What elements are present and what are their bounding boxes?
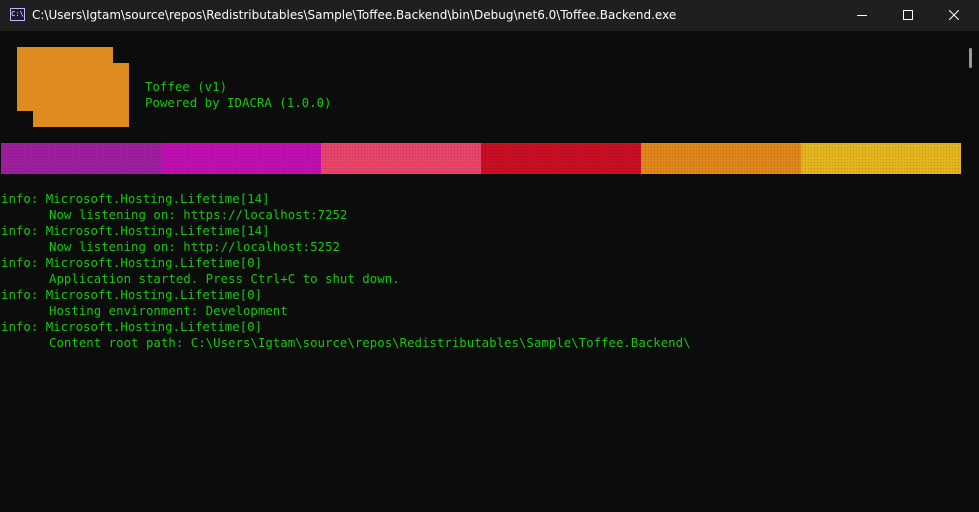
vertical-scrollbar[interactable] [964, 31, 979, 512]
console-window: C:\ C:\Users\Igtam\source\repos\Redistri… [0, 0, 979, 512]
log-category-line: info: Microsoft.Hosting.Lifetime[14] [1, 191, 270, 206]
scrollbar-thumb[interactable] [969, 48, 972, 68]
log-message-line: Now listening on: https://localhost:7252 [49, 207, 348, 222]
log-output: info: Microsoft.Hosting.Lifetime[14] Now … [1, 191, 691, 351]
color-swatch [161, 143, 321, 174]
close-button[interactable] [931, 0, 977, 31]
log-message-line: Application started. Press Ctrl+C to shu… [49, 271, 400, 286]
window-title: C:\Users\Igtam\source\repos\Redistributa… [32, 8, 677, 22]
log-message-line: Now listening on: http://localhost:5252 [49, 239, 340, 254]
logo-block-front [33, 63, 129, 127]
color-swatch [801, 143, 961, 174]
banner-app-name: Toffee (v1) [145, 79, 228, 94]
close-icon [949, 10, 959, 20]
banner-powered-by: Powered by IDACRA (1.0.0) [145, 95, 332, 110]
color-swatch [1, 143, 161, 174]
log-message-line: Content root path: C:\Users\Igtam\source… [49, 335, 691, 350]
color-swatch [321, 143, 481, 174]
log-message-line: Hosting environment: Development [49, 303, 288, 318]
maximize-button[interactable] [885, 0, 931, 31]
title-bar[interactable]: C:\ C:\Users\Igtam\source\repos\Redistri… [0, 0, 979, 31]
log-category-line: info: Microsoft.Hosting.Lifetime[14] [1, 223, 270, 238]
maximize-icon [903, 10, 913, 20]
minimize-icon [857, 15, 867, 16]
log-category-line: info: Microsoft.Hosting.Lifetime[0] [1, 255, 263, 270]
color-swatch [641, 143, 801, 174]
log-category-line: info: Microsoft.Hosting.Lifetime[0] [1, 319, 263, 334]
color-swatch [481, 143, 641, 174]
log-category-line: info: Microsoft.Hosting.Lifetime[0] [1, 287, 263, 302]
console-app-icon[interactable]: C:\ [10, 8, 25, 21]
minimize-button[interactable] [839, 0, 885, 31]
color-bar [1, 143, 961, 174]
